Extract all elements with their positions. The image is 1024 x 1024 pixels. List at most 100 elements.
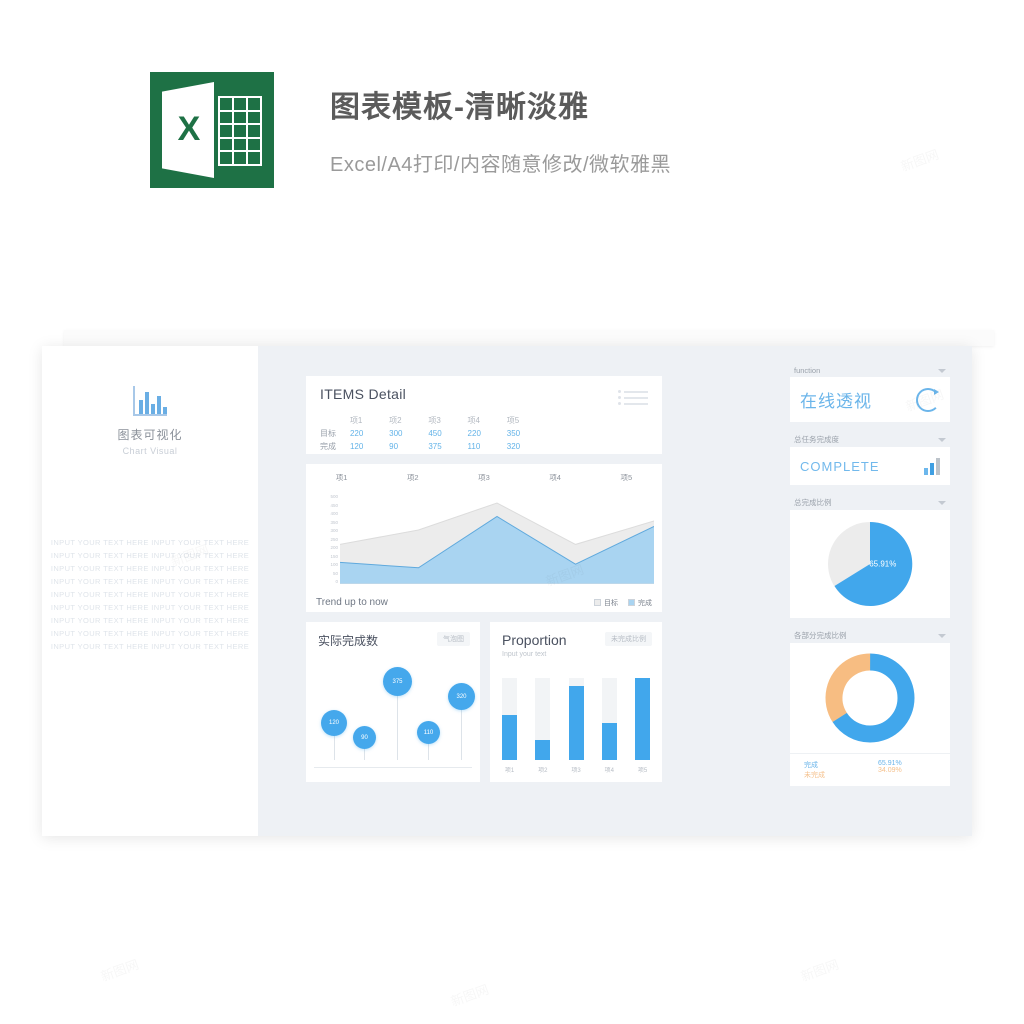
donut-section: 各部分完成比例 完成 未完成 65.91% 34.09% <box>790 628 950 786</box>
page-subtitle: Excel/A4打印/内容随意修改/微软雅黑 <box>330 154 672 176</box>
excel-icon-letter: X <box>177 110 201 148</box>
proportion-title: Proportion <box>502 632 567 648</box>
items-detail-title: ITEMS Detail <box>320 386 407 402</box>
part-completion-donut[interactable] <box>790 643 950 753</box>
proportion-x-labels: 项1 项2 项3 项4 项5 <box>502 765 650 774</box>
cell-target: 220 <box>349 429 364 438</box>
bar-fill <box>535 739 551 760</box>
legend-label-done: 完成 <box>638 599 652 607</box>
sidebar-logo-cn: 图表可视化 <box>117 428 183 442</box>
bar-track <box>535 678 551 760</box>
items-detail-table: 项1 项2 项3 项4 项5 目标 220 300 450 220 350 完成… <box>320 414 648 453</box>
donut-legend-value-done: 65.91% <box>878 760 902 767</box>
sidebar: 图表可视化 Chart Visual INPUT YOUR TEXT HERE … <box>42 346 258 836</box>
table-row: 完成 120 90 375 110 320 <box>320 440 546 453</box>
donut-legend-names: 完成 未完成 <box>804 760 825 780</box>
function-section: function 在线透视 <box>790 364 950 422</box>
pie-label: 总完成比例 <box>794 498 832 507</box>
bubble-point[interactable]: 110 <box>417 721 440 744</box>
right-panel: function 在线透视 总任务完成度 COMPLETE 总完成比例 65.9… <box>790 364 950 796</box>
bar-track <box>601 678 617 760</box>
bubble-point[interactable]: 120 <box>321 710 347 736</box>
donut-legend-values: 65.91% 34.09% <box>878 760 936 780</box>
bubble-point[interactable]: 320 <box>448 683 475 710</box>
table-row: 目标 220 300 450 220 350 <box>320 427 546 440</box>
legend-item-target[interactable]: 目标 <box>594 598 618 608</box>
watermark: 新图网 <box>448 979 491 1010</box>
window-back-sheet <box>64 330 994 346</box>
chevron-down-icon[interactable] <box>938 437 946 442</box>
pie-section: 总完成比例 65.91% <box>790 495 950 618</box>
bar-label: 项2 <box>538 768 548 774</box>
donut-section-header: 各部分完成比例 <box>790 628 950 643</box>
bar-track <box>502 678 517 760</box>
trend-footer: Trend up to now 目标 完成 <box>316 597 652 608</box>
chevron-down-icon[interactable] <box>938 368 946 373</box>
pie-value-label: 65.91% <box>869 559 897 569</box>
col-header: 项2 <box>389 416 402 425</box>
cell-target: 350 <box>506 429 521 438</box>
sidebar-logo-en: Chart Visual <box>122 446 178 456</box>
pie-section-body: 65.91% <box>790 510 950 618</box>
proportion-bars <box>502 678 650 760</box>
col-header: 项1 <box>349 416 363 425</box>
bar-track <box>568 678 584 760</box>
bar-fill <box>502 714 517 760</box>
header-text-block: 图表模板-清晰淡雅 Excel/A4打印/内容随意修改/微软雅黑 <box>330 72 671 177</box>
trend-cat: 项3 <box>478 473 490 482</box>
trend-cat: 项5 <box>620 473 633 482</box>
bubble-point[interactable]: 375 <box>383 667 412 696</box>
dashboard-window: 图表可视化 Chart Visual INPUT YOUR TEXT HERE … <box>42 346 972 836</box>
refresh-icon[interactable] <box>916 387 940 412</box>
trend-footer-title: Trend up to now <box>316 597 388 608</box>
cell-target: 450 <box>428 429 442 438</box>
proportion-subtitle: Input your text <box>502 651 547 658</box>
list-icon[interactable] <box>618 390 648 408</box>
bubble-plot-area: 120 90 375 110 320 <box>314 662 475 768</box>
excel-icon: X <box>150 72 274 188</box>
dashboard-shell: 图表可视化 Chart Visual INPUT YOUR TEXT HERE … <box>42 330 994 850</box>
col-header: 项5 <box>506 416 520 425</box>
row-label-done: 完成 <box>320 442 336 451</box>
chevron-down-icon[interactable] <box>938 500 946 505</box>
legend-swatch-target <box>594 599 601 606</box>
proportion-tag: 未完成比例 <box>605 632 652 646</box>
complete-section-body[interactable]: COMPLETE <box>790 447 950 485</box>
complete-section-header: 总任务完成度 <box>790 432 950 447</box>
table-header-row: 项1 项2 项3 项4 项5 <box>320 414 546 427</box>
cell-target: 220 <box>467 429 481 438</box>
bar-label: 项5 <box>637 768 648 774</box>
donut-label: 各部分完成比例 <box>794 631 847 640</box>
complete-label: 总任务完成度 <box>794 435 839 444</box>
function-section-body[interactable]: 在线透视 <box>790 377 950 422</box>
function-label: function <box>794 366 821 375</box>
trend-category-labels: 项1 项2 项3 项4 项5 <box>306 472 662 483</box>
legend-item-done[interactable]: 完成 <box>628 598 652 608</box>
bar-track <box>635 678 650 760</box>
legend-swatch-done <box>628 599 635 606</box>
col-header: 项3 <box>428 416 441 425</box>
trend-cat: 项2 <box>406 473 419 482</box>
trend-cat: 项1 <box>335 473 348 482</box>
bar-fill <box>568 686 584 760</box>
cell-done: 320 <box>506 442 521 451</box>
cell-done: 120 <box>349 442 364 451</box>
dashboard-body: ITEMS Detail 项1 项2 项3 项4 项5 目标 220 300 4… <box>258 346 972 836</box>
watermark: 新图网 <box>898 144 941 175</box>
donut-section-body <box>790 643 950 753</box>
trend-area-chart-card: 项1 项2 项3 项4 项5 500 450 400 350 300 250 200 150… <box>306 464 662 612</box>
donut-legend-name-undone: 未完成 <box>804 772 825 779</box>
bar-chart-icon <box>922 457 940 475</box>
items-detail-card: ITEMS Detail 项1 项2 项3 项4 项5 目标 220 300 4… <box>306 376 662 454</box>
bubble-card-tag: 气泡图 <box>437 632 470 646</box>
page-title: 图表模板-清晰淡雅 <box>330 91 589 124</box>
complete-section: 总任务完成度 COMPLETE <box>790 432 950 485</box>
chevron-down-icon[interactable] <box>938 633 946 638</box>
bubble-point[interactable]: 90 <box>353 726 376 749</box>
page-header: X 图表模板-清晰淡雅 Excel/A4打印/内容随意修改/微软雅黑 <box>150 72 671 188</box>
trend-area-svg <box>339 502 655 584</box>
bubble-baseline <box>314 767 472 768</box>
trend-cat: 项4 <box>549 473 561 482</box>
bubble-card-title: 实际完成数 <box>318 634 379 648</box>
pie-section-header: 总完成比例 <box>790 495 950 510</box>
